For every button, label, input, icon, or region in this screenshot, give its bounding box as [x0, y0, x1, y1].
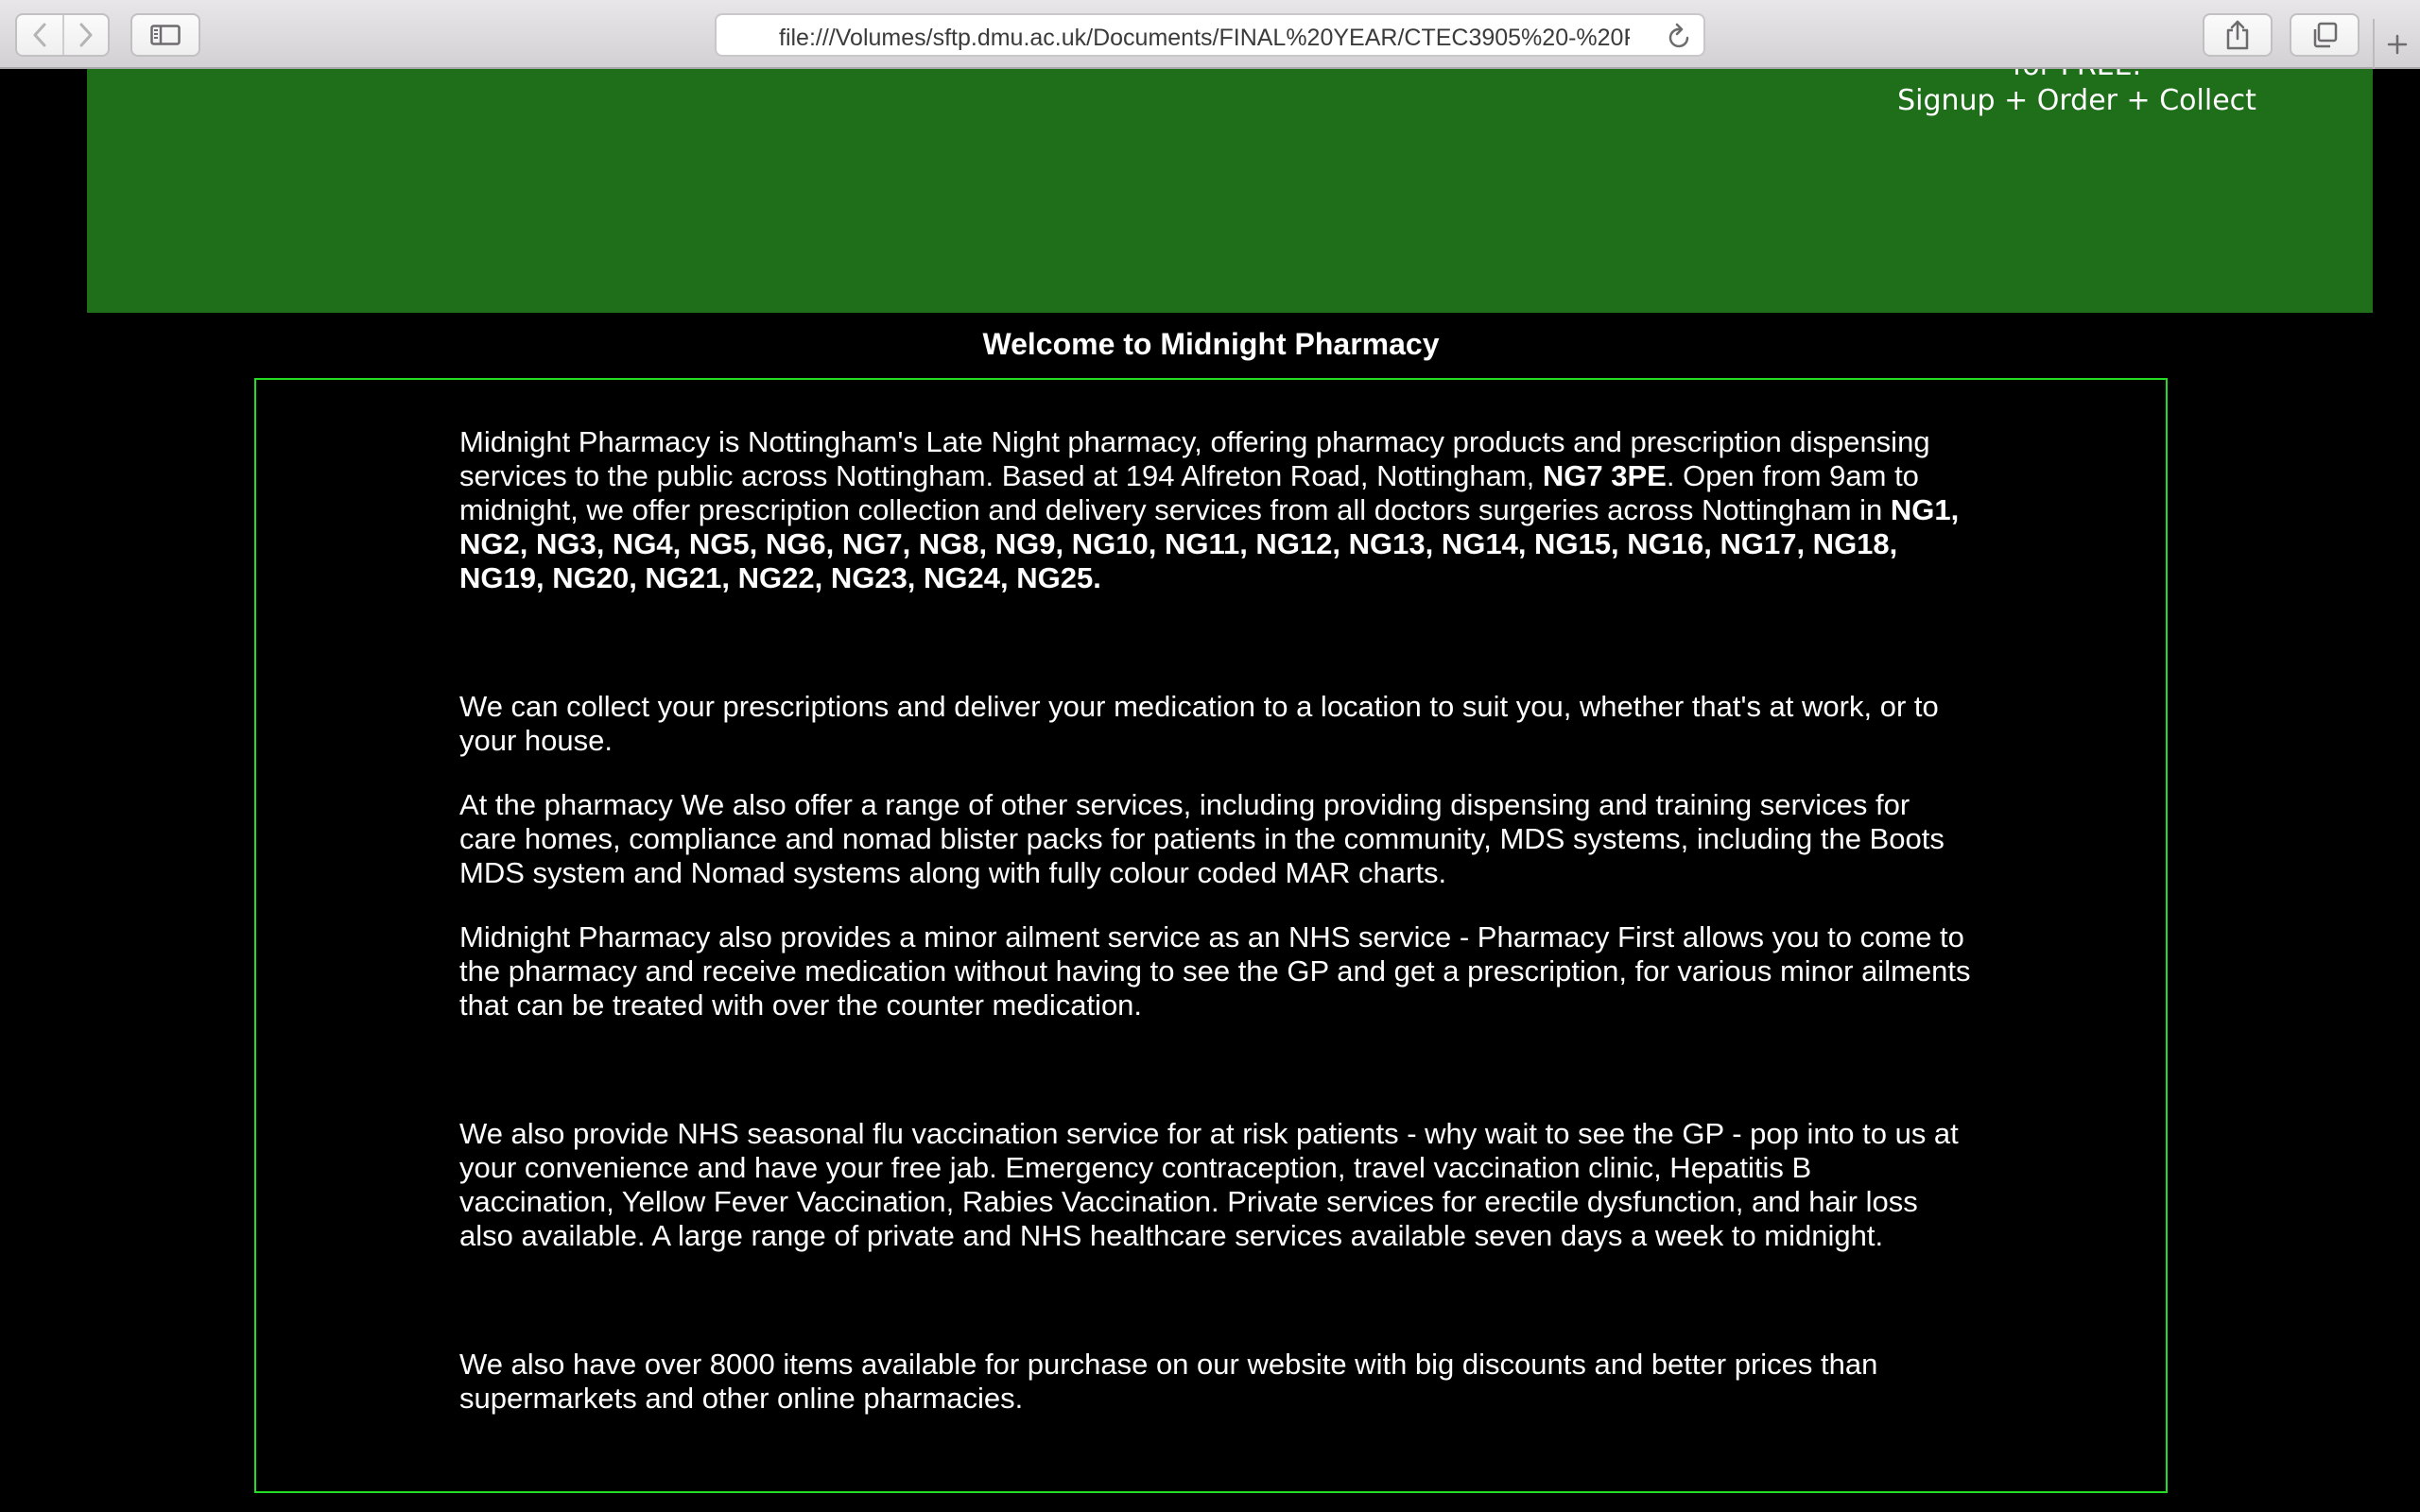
share-button-group [2203, 13, 2273, 57]
header-promo-text: for FREE. Signup + Order + Collect [1826, 69, 2327, 118]
content-box: Midnight Pharmacy is Nottingham's Late N… [254, 378, 2168, 1493]
intro-paragraph: Midnight Pharmacy is Nottingham's Late N… [459, 425, 1972, 595]
services-paragraph: At the pharmacy We also offer a range of… [459, 788, 1945, 889]
sidebar-button-group [130, 13, 200, 57]
site-header-banner: for FREE. Signup + Order + Collect [87, 69, 2373, 313]
sidebar-icon [150, 25, 181, 45]
show-tabs-button[interactable] [2291, 15, 2358, 55]
page-title: Welcome to Midnight Pharmacy [982, 327, 1440, 361]
sidebar-button[interactable] [132, 15, 199, 55]
plus-icon [2387, 34, 2408, 54]
browser-window: file:///Volumes/sftp.dmu.ac.uk/Documents… [0, 0, 2420, 1512]
chevron-left-icon [33, 23, 46, 47]
tabs-button-group [2290, 13, 2360, 57]
browser-toolbar: file:///Volumes/sftp.dmu.ac.uk/Documents… [0, 0, 2420, 69]
navigation-buttons [15, 13, 110, 57]
promo-line-2: Signup + Order + Collect [1897, 84, 2256, 117]
pharmacy-postcode: NG7 3PE [1542, 459, 1667, 492]
delivery-paragraph: We can collect your prescriptions and de… [459, 690, 1939, 757]
url-text[interactable]: file:///Volumes/sftp.dmu.ac.uk/Documents… [779, 24, 1630, 52]
back-button[interactable] [17, 15, 62, 55]
address-bar[interactable]: file:///Volumes/sftp.dmu.ac.uk/Documents… [715, 13, 1705, 57]
reload-icon [1668, 23, 1689, 48]
minor-ailment-paragraph: Midnight Pharmacy also provides a minor … [459, 920, 1971, 1022]
content-text: Midnight Pharmacy is Nottingham's Late N… [459, 425, 1972, 1416]
new-tab-button[interactable] [2373, 19, 2420, 69]
promo-line-1: for FREE. [1826, 69, 2327, 83]
tabs-icon [2313, 22, 2338, 48]
forward-button[interactable] [62, 15, 108, 55]
share-icon [2226, 20, 2249, 50]
reload-button[interactable] [1666, 22, 1694, 50]
chevron-right-icon [79, 23, 93, 47]
online-shop-paragraph: We also have over 8000 items available f… [459, 1348, 1878, 1415]
vaccination-paragraph: We also provide NHS seasonal flu vaccina… [459, 1117, 1959, 1252]
share-button[interactable] [2204, 15, 2271, 55]
